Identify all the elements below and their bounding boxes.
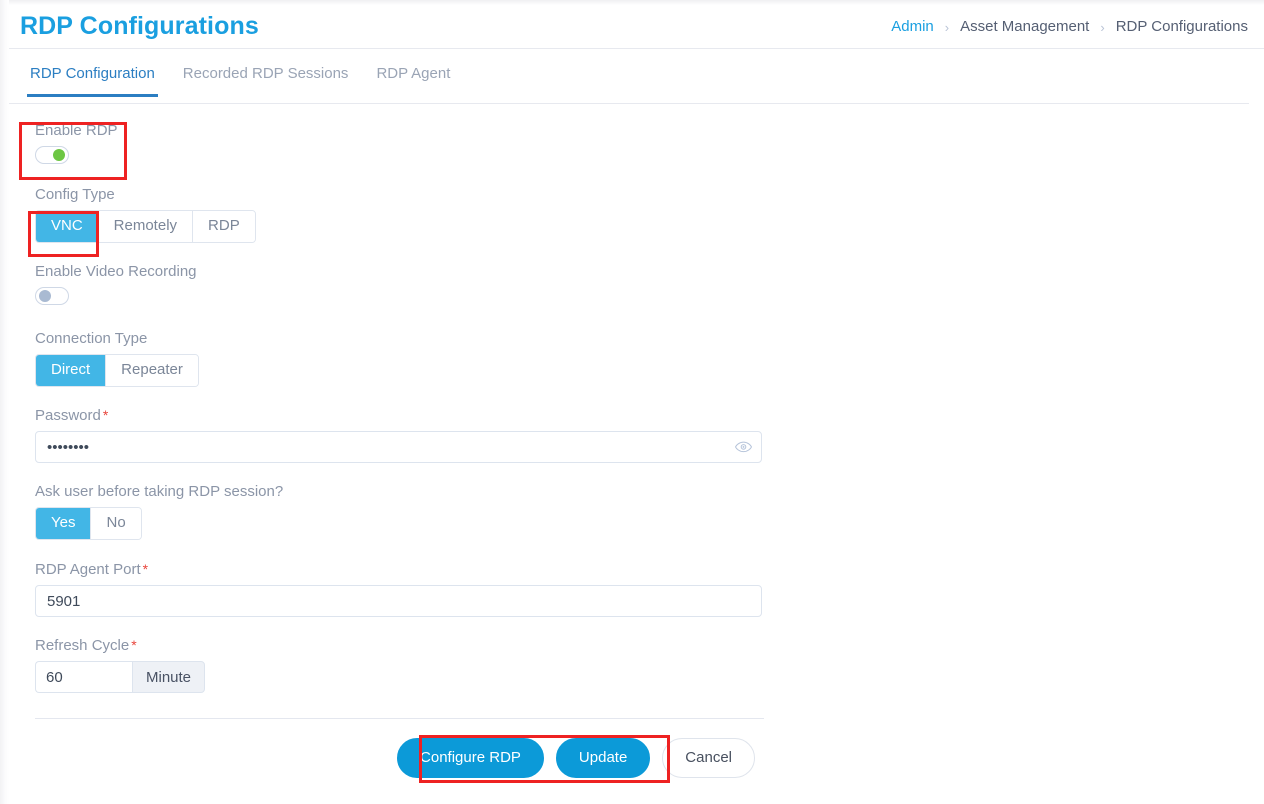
rdp-agent-port-label: RDP Agent Port * (35, 561, 765, 578)
config-type-label: Config Type (35, 186, 115, 203)
breadcrumb-item-admin[interactable]: Admin (891, 18, 934, 35)
enable-rdp-field: Enable RDP (35, 122, 765, 164)
breadcrumb-item-asset-management[interactable]: Asset Management (960, 18, 1089, 35)
ask-user-option-yes[interactable]: Yes (36, 508, 92, 539)
enable-rdp-toggle[interactable] (35, 146, 69, 164)
config-type-option-remotely[interactable]: Remotely (98, 211, 194, 242)
connection-type-label: Connection Type (35, 330, 148, 347)
enable-rdp-label: Enable RDP (35, 122, 118, 139)
ask-user-label: Ask user before taking RDP session? (35, 483, 284, 500)
page-header: RDP Configurations Admin › Asset Managem… (9, 5, 1264, 49)
rdp-agent-port-label-text: RDP Agent Port (35, 561, 141, 578)
form-actions: Configure RDP Update Cancel (35, 738, 764, 778)
ask-user-segmented-control: Yes No (35, 507, 142, 540)
password-label: Password * (35, 407, 765, 424)
toggle-knob (53, 149, 65, 161)
config-type-option-vnc[interactable]: VNC (36, 211, 99, 242)
form-divider (35, 718, 764, 719)
tab-rdp-configuration[interactable]: RDP Configuration (16, 62, 169, 97)
connection-type-segmented-control: Direct Repeater (35, 354, 199, 387)
refresh-cycle-label: Refresh Cycle * (35, 637, 765, 654)
required-asterisk: * (142, 561, 149, 577)
rdp-agent-port-input[interactable] (35, 585, 762, 617)
rdp-configuration-form: Enable RDP Config Type VNC Remotely RDP … (35, 122, 765, 693)
enable-video-recording-toggle[interactable] (35, 287, 69, 305)
config-type-option-rdp[interactable]: RDP (193, 211, 255, 242)
enable-video-recording-label: Enable Video Recording (35, 263, 197, 280)
page-left-edge (0, 0, 9, 804)
password-input[interactable] (35, 431, 762, 463)
tab-bar: RDP Configuration Recorded RDP Sessions … (9, 62, 1249, 104)
rdp-agent-port-field: RDP Agent Port * (35, 561, 765, 617)
connection-type-option-repeater[interactable]: Repeater (106, 355, 198, 386)
refresh-cycle-input[interactable] (35, 661, 132, 693)
required-asterisk: * (102, 407, 109, 423)
refresh-cycle-field: Refresh Cycle* Minute (35, 637, 765, 693)
breadcrumb: Admin › Asset Management › RDP Configura… (891, 18, 1248, 35)
connection-type-option-direct[interactable]: Direct (36, 355, 107, 386)
config-type-segmented-control: VNC Remotely RDP (35, 210, 256, 243)
config-type-field: Config Type VNC Remotely RDP (35, 186, 765, 243)
configure-rdp-button[interactable]: Configure RDP (397, 738, 544, 778)
password-input-wrapper (35, 431, 762, 463)
ask-user-field: Ask user before taking RDP session? Yes … (35, 483, 765, 540)
enable-video-recording-field: Enable Video Recording (35, 263, 765, 305)
password-label-text: Password (35, 407, 101, 424)
tab-rdp-agent[interactable]: RDP Agent (362, 62, 464, 96)
password-field: Password * (35, 407, 765, 463)
refresh-cycle-input-group: Minute (35, 661, 206, 693)
refresh-cycle-unit-addon: Minute (132, 661, 206, 693)
breadcrumb-item-rdp-configurations: RDP Configurations (1115, 18, 1248, 35)
connection-type-field: Connection Type Direct Repeater (35, 330, 765, 387)
page-title: RDP Configurations (20, 12, 259, 40)
cancel-button[interactable]: Cancel (662, 738, 755, 778)
tab-recorded-rdp-sessions[interactable]: Recorded RDP Sessions (169, 62, 363, 96)
ask-user-option-no[interactable]: No (91, 508, 141, 539)
update-button[interactable]: Update (555, 738, 651, 778)
toggle-knob (39, 290, 51, 302)
chevron-right-icon: › (1100, 20, 1105, 35)
eye-icon[interactable] (733, 437, 753, 457)
chevron-right-icon: › (944, 20, 950, 35)
rdp-configurations-page: RDP Configurations Admin › Asset Managem… (0, 0, 1264, 804)
required-asterisk: * (131, 637, 137, 653)
refresh-cycle-label-text: Refresh Cycle (35, 637, 130, 654)
